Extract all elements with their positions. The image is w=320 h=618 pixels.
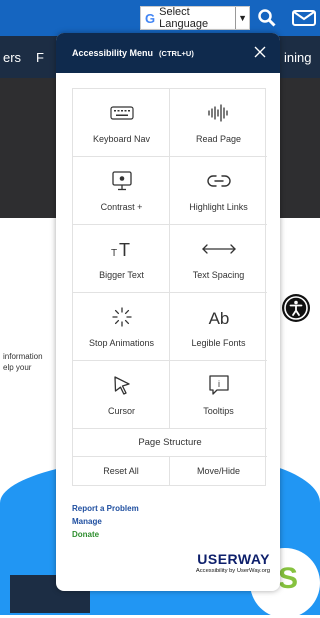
- link-icon: [170, 169, 267, 193]
- feature-label: Keyboard Nav: [92, 134, 151, 144]
- accessibility-person-icon: [284, 296, 308, 320]
- feature-label: Cursor: [107, 406, 135, 416]
- feature-label: Stop Animations: [88, 338, 155, 348]
- mail-icon[interactable]: [292, 8, 316, 28]
- logo-letter: S: [278, 562, 299, 595]
- read-page-button[interactable]: Read Page: [170, 89, 267, 157]
- cursor-button[interactable]: Cursor: [73, 361, 170, 429]
- feature-label: Text Spacing: [192, 270, 245, 280]
- font-icon: Ab: [170, 305, 267, 329]
- panel-shortcut: (CTRL+U): [159, 49, 194, 58]
- report-problem-link[interactable]: Report a Problem: [72, 504, 139, 513]
- feature-label: Bigger Text: [99, 270, 144, 280]
- spinner-icon: [73, 305, 170, 329]
- tooltip-icon-glyph: i: [218, 379, 220, 389]
- font-icon-glyph: Ab: [208, 309, 229, 328]
- close-icon[interactable]: [252, 44, 268, 60]
- contrast-button[interactable]: Contrast +: [73, 157, 170, 225]
- highlight-links-button[interactable]: Highlight Links: [170, 157, 267, 225]
- feature-label: Contrast +: [100, 202, 143, 212]
- feature-label: Read Page: [195, 134, 242, 144]
- text-size-icon: T T: [73, 237, 170, 261]
- donate-link[interactable]: Donate: [72, 530, 99, 539]
- feature-label: Legible Fonts: [191, 338, 246, 348]
- language-selector[interactable]: G Select Language ▼: [140, 6, 250, 30]
- nav-item-partial-right[interactable]: ining: [284, 50, 311, 65]
- svg-text:T: T: [111, 248, 117, 259]
- cursor-icon: [73, 373, 170, 397]
- panel-title: Accessibility Menu (CTRL+U): [72, 48, 194, 58]
- userway-logo[interactable]: USERWAY Accessibility by UserWay.org: [174, 551, 270, 574]
- tooltips-button[interactable]: i Tooltips: [170, 361, 267, 429]
- site-top-bar: G Select Language ▼: [0, 0, 320, 36]
- stop-animations-button[interactable]: Stop Animations: [73, 293, 170, 361]
- legible-fonts-button[interactable]: Ab Legible Fonts: [170, 293, 267, 361]
- nav-item-partial-left-2[interactable]: F: [36, 50, 44, 65]
- feature-label: Highlight Links: [189, 202, 248, 212]
- feature-grid: Keyboard Nav Read Page Contrast + Highli…: [72, 88, 267, 486]
- keyboard-icon: [73, 101, 170, 125]
- brand-tagline: Accessibility by UserWay.org: [195, 568, 270, 574]
- text-spacing-button[interactable]: Text Spacing: [170, 225, 267, 293]
- nav-item-partial-left[interactable]: ers: [3, 50, 21, 65]
- keyboard-nav-button[interactable]: Keyboard Nav: [73, 89, 170, 157]
- panel-title-text: Accessibility Menu: [72, 48, 154, 58]
- svg-text:T: T: [119, 240, 130, 260]
- bigger-text-button[interactable]: T T Bigger Text: [73, 225, 170, 293]
- accessibility-menu-panel: Accessibility Menu (CTRL+U) Keyboard Nav: [56, 33, 280, 591]
- accessibility-widget-button[interactable]: [282, 294, 310, 322]
- manage-link[interactable]: Manage: [72, 517, 102, 526]
- move-hide-button[interactable]: Move/Hide: [170, 457, 267, 485]
- horizontal-arrows-icon: [170, 237, 267, 261]
- page-structure-button[interactable]: Page Structure: [73, 429, 267, 457]
- chevron-down-icon[interactable]: ▼: [235, 7, 249, 29]
- body-text-line: elp your: [3, 363, 32, 372]
- monitor-icon: [73, 169, 170, 193]
- tooltip-icon: i: [170, 373, 267, 397]
- language-selector-label: Select Language: [159, 6, 209, 30]
- feature-label: Tooltips: [203, 406, 234, 416]
- google-g-icon: G: [145, 10, 156, 26]
- reset-all-button[interactable]: Reset All: [73, 457, 170, 485]
- audio-wave-icon: [170, 101, 267, 125]
- body-text-line: information: [3, 352, 43, 361]
- panel-header: Accessibility Menu (CTRL+U): [56, 33, 280, 73]
- brand-name: USERWAY: [197, 551, 270, 567]
- search-icon[interactable]: [257, 8, 277, 28]
